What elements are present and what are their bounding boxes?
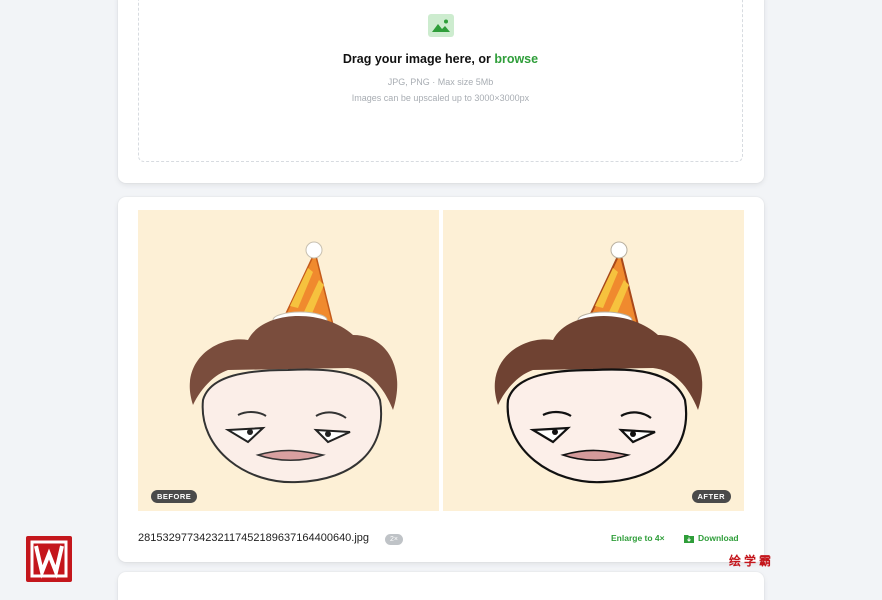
- next-result-card: [118, 572, 764, 600]
- after-image: AFTER: [443, 210, 744, 511]
- download-label: Download: [698, 533, 739, 543]
- dropzone-title: Drag your image here, or browse: [139, 52, 742, 66]
- watermark-logo: [26, 536, 72, 582]
- upload-card: Drag your image here, or browse JPG, PNG…: [118, 0, 764, 183]
- after-badge: AFTER: [691, 490, 731, 503]
- before-badge: BEFORE: [151, 490, 198, 503]
- file-name: 2815329773423211745218963716440064​0.jpg: [138, 532, 370, 544]
- after-illustration: [443, 210, 744, 511]
- image-icon: [428, 14, 454, 37]
- browse-link[interactable]: browse: [494, 52, 538, 66]
- size-limit-hint: Images can be upscaled up to 3000×3000px: [351, 93, 530, 103]
- folder-download-icon: [684, 534, 694, 543]
- dropzone-title-text: Drag your image here, or: [342, 52, 495, 66]
- image-dropzone[interactable]: Drag your image here, or browse JPG, PNG…: [138, 0, 743, 162]
- before-illustration: [138, 210, 439, 511]
- scale-chip: 2×: [385, 534, 403, 545]
- enlarge-button[interactable]: Enlarge to 4×: [611, 533, 665, 543]
- result-card: BEFORE AFTER 281532977342321174521896371…: [118, 197, 764, 562]
- format-hint: JPG, PNG · Max size 5Mb: [387, 77, 494, 87]
- before-image: BEFORE: [138, 210, 439, 511]
- download-button[interactable]: Download: [684, 533, 739, 543]
- watermark-text: 绘学霸: [729, 554, 775, 568]
